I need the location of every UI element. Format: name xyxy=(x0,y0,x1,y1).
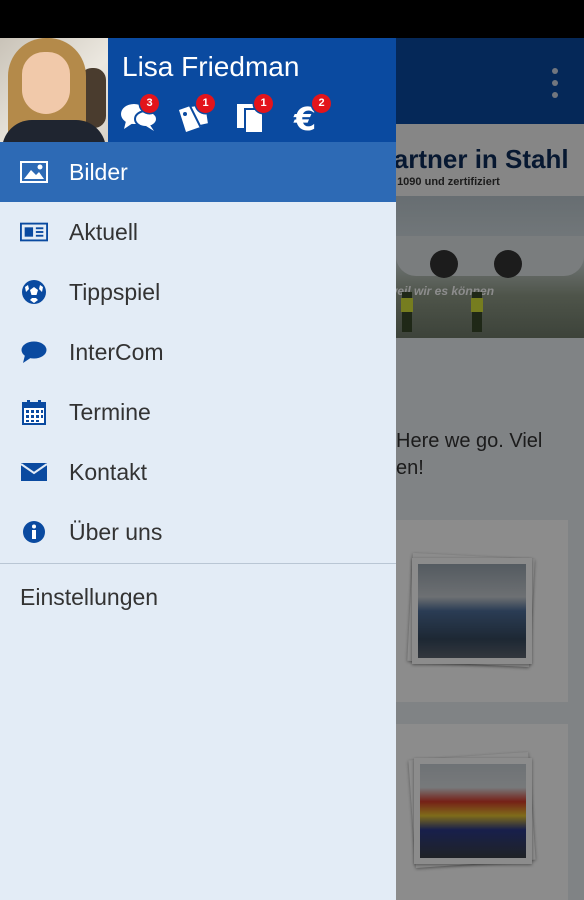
drawer-header: Lisa Friedman 3 1 1 € 2 xyxy=(0,38,396,142)
drawer-nav: Bilder Aktuell Tippspiel InterCom Termin… xyxy=(0,142,396,632)
newspaper-icon xyxy=(20,219,48,245)
image-icon xyxy=(20,159,48,185)
nav-item-ueber-uns[interactable]: Über uns xyxy=(0,502,396,562)
envelope-icon xyxy=(20,459,48,485)
payments-badge-button[interactable]: € 2 xyxy=(292,94,332,134)
messages-badge-button[interactable]: 3 xyxy=(120,94,160,134)
status-bar xyxy=(0,0,584,38)
chat-bubble-icon xyxy=(20,339,48,365)
badge-count: 1 xyxy=(254,94,273,113)
badge-count: 2 xyxy=(312,94,331,113)
nav-item-aktuell[interactable]: Aktuell xyxy=(0,202,396,262)
nav-label: Tippspiel xyxy=(69,279,161,305)
nav-label: Bilder xyxy=(69,159,128,185)
settings-item[interactable]: Einstellungen xyxy=(0,564,396,632)
nav-label: InterCom xyxy=(69,339,164,365)
notification-badges: 3 1 1 € 2 xyxy=(120,94,390,134)
nav-item-termine[interactable]: Termine xyxy=(0,382,396,442)
nav-item-intercom[interactable]: InterCom xyxy=(0,322,396,382)
nav-item-kontakt[interactable]: Kontakt xyxy=(0,442,396,502)
soccer-ball-icon xyxy=(20,279,48,305)
user-name: Lisa Friedman xyxy=(122,51,300,82)
calendar-icon xyxy=(20,399,48,425)
badge-count: 3 xyxy=(140,94,159,113)
navigation-drawer: Lisa Friedman 3 1 1 € 2 Bilder Aktuell T… xyxy=(0,38,396,900)
documents-badge-button[interactable]: 1 xyxy=(234,94,274,134)
badge-count: 1 xyxy=(196,94,215,113)
nav-label: Kontakt xyxy=(69,459,147,485)
nav-item-bilder[interactable]: Bilder xyxy=(0,142,396,202)
avatar[interactable] xyxy=(0,38,108,142)
nav-item-tippspiel[interactable]: Tippspiel xyxy=(0,262,396,322)
nav-label: Termine xyxy=(69,399,151,425)
nav-label: Aktuell xyxy=(69,219,139,245)
info-icon xyxy=(20,519,48,545)
settings-label: Einstellungen xyxy=(20,584,159,610)
tickets-badge-button[interactable]: 1 xyxy=(176,94,216,134)
nav-label: Über uns xyxy=(69,519,163,545)
